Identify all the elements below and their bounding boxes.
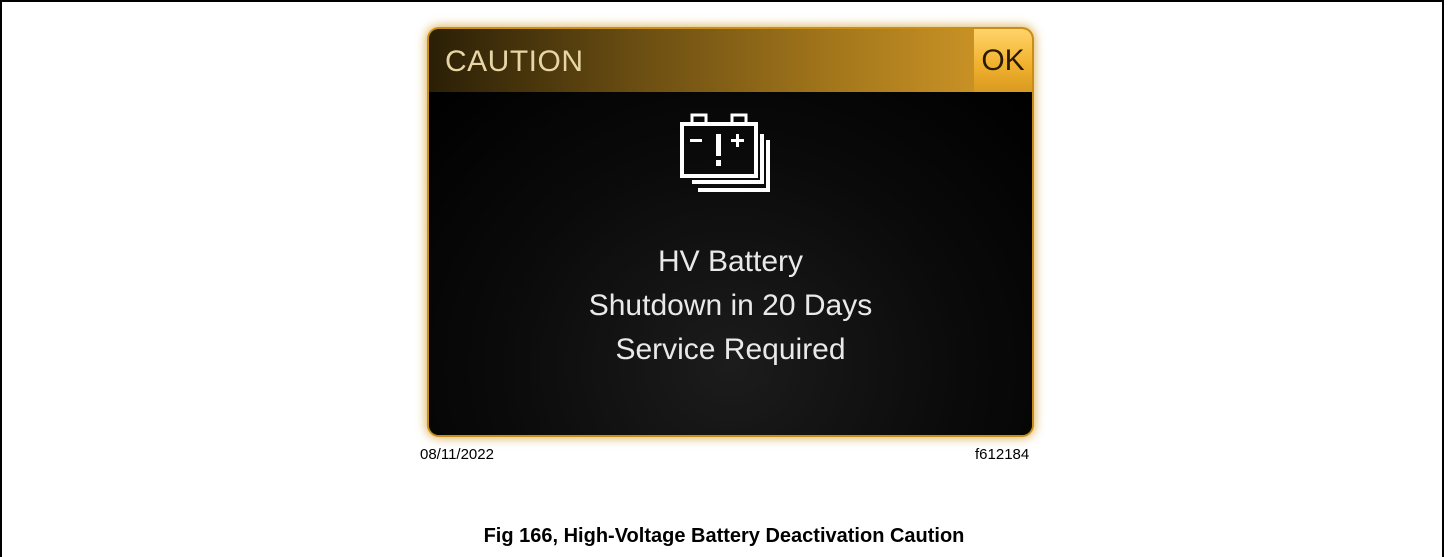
figure-date: 08/11/2022 <box>420 446 494 463</box>
dialog-body: HV Battery Shutdown in 20 Days Service R… <box>429 92 1032 435</box>
dialog-title: CAUTION <box>445 45 584 78</box>
figure-code: f612184 <box>975 446 1030 463</box>
ok-button[interactable]: OK <box>974 29 1032 92</box>
battery-warning-icon <box>680 113 770 192</box>
document-page: CAUTION OK HV Battery Shutdown in 20 Day… <box>0 0 1444 557</box>
figure-caption: Fig 166, High-Voltage Battery Deactivati… <box>483 525 965 547</box>
dialog-header: CAUTION OK <box>429 29 1032 92</box>
message-line-1: HV Battery <box>657 245 804 278</box>
caution-dialog: CAUTION OK HV Battery Shutdown in 20 Day… <box>429 29 1032 435</box>
message-line-2: Shutdown in 20 Days <box>588 289 873 322</box>
message-line-3: Service Required <box>615 333 846 366</box>
